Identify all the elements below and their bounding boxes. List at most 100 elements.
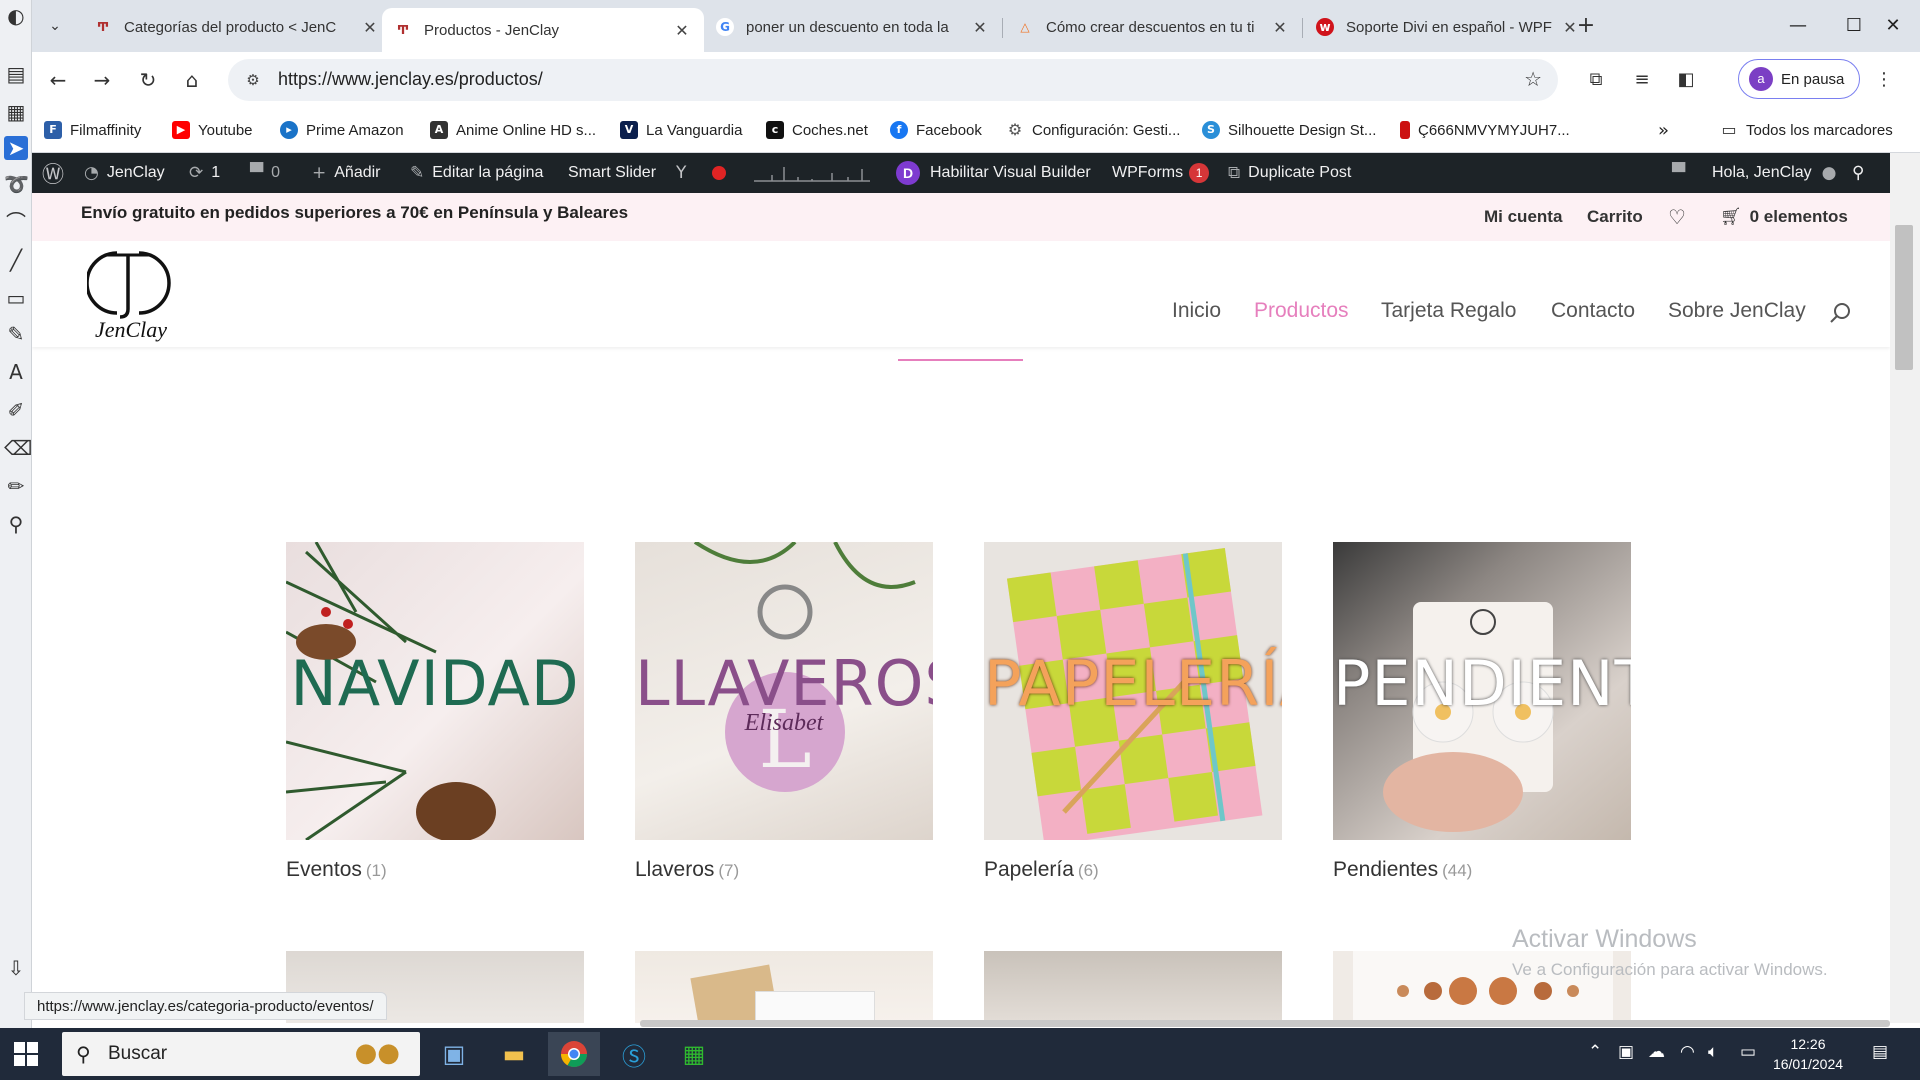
- horizontal-scrollbar[interactable]: [640, 1020, 1890, 1027]
- wp-site-link[interactable]: ◔ JenClay: [84, 153, 165, 193]
- yoast-seo-icon[interactable]: Y: [676, 153, 694, 193]
- edit-tool-icon[interactable]: ✐: [4, 398, 28, 422]
- minimize-window-icon[interactable]: —: [1775, 10, 1821, 42]
- back-arrow-icon[interactable]: ←: [42, 64, 74, 96]
- tab-descuentos[interactable]: △ Cómo crear descuentos en tu ti ✕: [1004, 8, 1302, 46]
- download-tool-icon[interactable]: ⇩: [4, 956, 28, 980]
- eraser-tool-icon[interactable]: ⌫: [4, 436, 32, 460]
- divi-visual-builder[interactable]: D Habilitar Visual Builder: [896, 153, 1091, 193]
- category-image[interactable]: [984, 951, 1282, 1023]
- category-title[interactable]: Pendientes (44): [1333, 858, 1631, 882]
- new-tab-plus-icon[interactable]: +: [1572, 12, 1600, 40]
- rectangle-tool-icon[interactable]: ▭: [4, 286, 28, 310]
- wp-my-account[interactable]: Hola, JenClay ●: [1712, 153, 1836, 193]
- bookmark-anime-online[interactable]: A Anime Online HD s...: [430, 119, 596, 141]
- tray-battery-icon[interactable]: ▭: [1740, 1042, 1756, 1062]
- cart-link[interactable]: Carrito: [1587, 207, 1643, 227]
- bookmark-code[interactable]: Ç666NMVYMYJUH7...: [1400, 119, 1570, 141]
- taskbar-silhouette-icon[interactable]: Ⓢ: [608, 1032, 660, 1076]
- taskbar-file-explorer-icon[interactable]: ▬: [488, 1032, 540, 1076]
- jenclay-logo[interactable]: JenClay: [85, 247, 177, 347]
- reload-icon[interactable]: ↻: [132, 64, 164, 96]
- bookmark-configuracion[interactable]: ⚙ Configuración: Gesti...: [1006, 119, 1181, 141]
- category-title[interactable]: Papelería (6): [984, 858, 1282, 882]
- media-control-icon[interactable]: ≡: [1628, 66, 1656, 94]
- wp-add-new[interactable]: + Añadir: [312, 153, 381, 193]
- tray-volume-icon[interactable]: 🔈︎: [1708, 1042, 1718, 1062]
- close-tab-icon[interactable]: ✕: [360, 18, 380, 37]
- taskbar-search[interactable]: ⚲ Buscar ●●: [62, 1032, 420, 1076]
- site-search-icon[interactable]: [1829, 301, 1853, 325]
- bookmark-silhouette[interactable]: S Silhouette Design St...: [1202, 119, 1376, 141]
- taskbar-app-screenshot-icon[interactable]: ▣: [428, 1032, 480, 1076]
- category-card[interactable]: [984, 951, 1282, 1023]
- address-url[interactable]: https://www.jenclay.es/productos/: [278, 69, 543, 90]
- taskbar-spreadsheet-icon[interactable]: ▦: [668, 1032, 720, 1076]
- lasso-tool-icon[interactable]: ➰: [4, 172, 29, 196]
- chat-icon[interactable]: ▀: [1672, 153, 1693, 193]
- side-panel-icon[interactable]: ◧: [1672, 66, 1700, 94]
- tab-productos[interactable]: Ͳ Productos - JenClay ✕: [382, 8, 704, 52]
- curve-tool-icon[interactable]: ⌒: [4, 210, 28, 234]
- cursor-tool-icon[interactable]: ➤: [4, 136, 28, 160]
- wp-search-icon[interactable]: ⚲: [1852, 153, 1872, 193]
- profile-button[interactable]: a En pausa: [1738, 59, 1860, 99]
- grid-icon[interactable]: ▦: [4, 100, 28, 124]
- category-image[interactable]: [635, 951, 933, 1023]
- category-card-pendientes[interactable]: PENDIENTES Pendientes(44): [1333, 542, 1631, 882]
- forward-arrow-icon[interactable]: →: [86, 64, 118, 96]
- category-title[interactable]: Eventos (1): [286, 858, 584, 882]
- address-bar[interactable]: ⚙ https://www.jenclay.es/productos/ ☆: [228, 59, 1558, 101]
- nav-tarjeta-regalo[interactable]: Tarjeta Regalo: [1381, 299, 1516, 323]
- brush-tool-icon[interactable]: ✏: [4, 474, 28, 498]
- tray-chevron-up-icon[interactable]: ⌃: [1588, 1042, 1602, 1062]
- category-image[interactable]: NAVIDAD: [286, 542, 584, 840]
- tab-google-search[interactable]: G poner un descuento en toda la ✕: [704, 8, 1002, 46]
- all-bookmarks-folder[interactable]: ▭ Todos los marcadores: [1720, 119, 1892, 141]
- category-image[interactable]: PENDIENTES: [1333, 542, 1631, 840]
- bookmark-coches-net[interactable]: c Coches.net: [766, 119, 868, 141]
- category-image[interactable]: PAPELERÍA: [984, 542, 1282, 840]
- category-title[interactable]: Llaveros (7): [635, 858, 933, 882]
- pen-tool-icon[interactable]: ✎: [4, 322, 28, 346]
- wp-smart-slider[interactable]: Smart Slider: [568, 153, 656, 193]
- notifications-icon[interactable]: ▤: [1872, 1042, 1888, 1062]
- category-card-papeleria[interactable]: PAPELERÍA Papelería(6): [984, 542, 1282, 882]
- wp-updates[interactable]: ⟳ 1: [189, 153, 220, 193]
- tray-onedrive-icon[interactable]: ☁: [1648, 1042, 1665, 1062]
- wishlist-heart-icon[interactable]: ♡: [1668, 205, 1686, 229]
- scrollbar-thumb[interactable]: [1895, 225, 1913, 370]
- recording-indicator-icon[interactable]: [712, 153, 726, 193]
- tray-device-icon[interactable]: ▣: [1618, 1042, 1634, 1062]
- nav-productos[interactable]: Productos: [1254, 299, 1349, 323]
- line-tool-icon[interactable]: ╱: [4, 248, 28, 272]
- text-tool-icon[interactable]: A: [4, 360, 28, 384]
- bookmark-facebook[interactable]: f Facebook: [890, 119, 982, 141]
- wp-comments[interactable]: ▀ 0: [250, 153, 280, 193]
- nav-inicio[interactable]: Inicio: [1172, 299, 1221, 323]
- tab-soporte-divi[interactable]: w Soporte Divi en español - WPFa ✕: [1304, 8, 1592, 46]
- performance-graph-icon[interactable]: [752, 153, 872, 193]
- nav-sobre-jenclay[interactable]: Sobre JenClay: [1668, 299, 1806, 323]
- extensions-puzzle-icon[interactable]: ⧉: [1582, 66, 1610, 94]
- wordpress-logo-icon[interactable]: Ⓦ: [42, 153, 72, 193]
- tab-categorias[interactable]: Ͳ Categorías del producto < JenC ✕: [82, 8, 392, 46]
- close-tab-icon[interactable]: ✕: [672, 21, 692, 40]
- my-account-link[interactable]: Mi cuenta: [1484, 207, 1562, 227]
- bookmarks-overflow-chevron-icon[interactable]: »: [1658, 119, 1669, 141]
- tray-wifi-icon[interactable]: ◠: [1680, 1042, 1695, 1062]
- taskbar-chrome-icon[interactable]: [548, 1032, 600, 1076]
- close-window-icon[interactable]: ✕: [1870, 10, 1916, 42]
- nav-contacto[interactable]: Contacto: [1551, 299, 1635, 323]
- browser-menu-kebab-icon[interactable]: ⋮: [1870, 66, 1898, 94]
- page-icon[interactable]: ▤: [4, 62, 28, 86]
- close-tab-icon[interactable]: ✕: [1270, 18, 1290, 37]
- wp-duplicate-post[interactable]: ⧉ Duplicate Post: [1228, 153, 1351, 193]
- bookmark-youtube[interactable]: ▶ Youtube: [172, 119, 253, 141]
- bookmark-star-icon[interactable]: ☆: [1524, 67, 1542, 91]
- site-info-icon[interactable]: ⚙: [242, 69, 264, 91]
- category-card-llaveros[interactable]: L LLAVEROS Elisabet Llaveros (7): [635, 542, 933, 882]
- category-card-eventos[interactable]: NAVIDAD Eventos (1): [286, 542, 584, 882]
- wp-wpforms[interactable]: WPForms 1: [1112, 153, 1210, 193]
- close-tab-icon[interactable]: ✕: [970, 18, 990, 37]
